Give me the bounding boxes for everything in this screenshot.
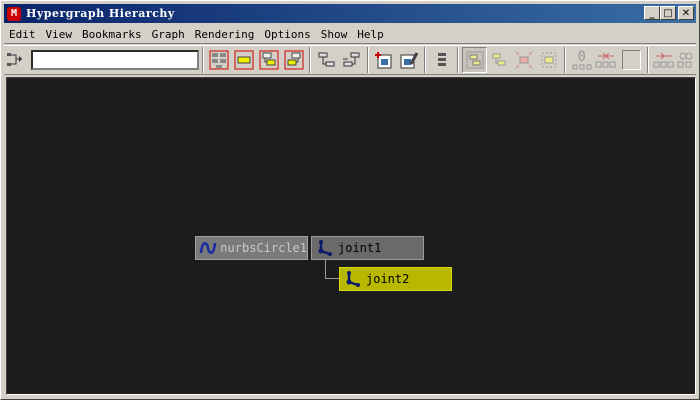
- menu-rendering[interactable]: Rendering: [190, 28, 260, 41]
- layout-expand-icon[interactable]: [512, 47, 537, 73]
- input-connections-icon[interactable]: [232, 47, 257, 73]
- output-connections-icon[interactable]: [257, 47, 282, 73]
- input-output-connections-icon[interactable]: [4, 48, 27, 72]
- scene-hierarchy-icon[interactable]: [207, 47, 232, 73]
- toolbar-separator: [366, 47, 369, 73]
- joint-icon: [343, 269, 363, 289]
- layout-collapse-icon[interactable]: [537, 47, 562, 73]
- menu-graph[interactable]: Graph: [147, 28, 190, 41]
- graph-node-joint1[interactable]: joint1: [311, 236, 424, 260]
- menu-show[interactable]: Show: [316, 28, 353, 41]
- toolbar-separator: [309, 47, 312, 73]
- toolbar-separator: [202, 47, 205, 73]
- add-bookmark-icon[interactable]: [372, 47, 397, 73]
- attribute-list-icon[interactable]: [429, 47, 454, 73]
- graph-node-joint2[interactable]: joint2: [339, 267, 452, 291]
- menu-options[interactable]: Options: [259, 28, 315, 41]
- window-controls: _ □ ✕: [644, 6, 694, 20]
- toolbar-separator: [424, 47, 427, 73]
- graph-up-icon[interactable]: [314, 47, 339, 73]
- frame-selection-icon[interactable]: [487, 47, 512, 73]
- minimize-button[interactable]: _: [644, 6, 660, 20]
- maya-app-icon[interactable]: M: [7, 6, 21, 21]
- hierarchy-connector-line: [325, 260, 339, 279]
- frame-all-icon[interactable]: [462, 47, 487, 73]
- connection-count-label: 0: [577, 49, 586, 65]
- object-name-field[interactable]: [30, 50, 200, 70]
- maximize-button[interactable]: □: [660, 6, 676, 20]
- hypergraph-window: M Hypergraph Hierarchy _ □ ✕ Edit View B…: [0, 0, 700, 400]
- toolbar: 0: [4, 45, 696, 75]
- joint-icon: [315, 238, 335, 258]
- connection-graph-icon[interactable]: [594, 47, 619, 73]
- nurbs-curve-icon: [199, 238, 217, 258]
- menu-bar: Edit View Bookmarks Graph Rendering Opti…: [4, 26, 696, 44]
- toolbar-separator: [647, 47, 650, 73]
- menu-bookmarks[interactable]: Bookmarks: [77, 28, 147, 41]
- connection-count-indicator: 0: [569, 47, 594, 73]
- upstream-connections-icon[interactable]: [652, 47, 677, 73]
- cycle-connections-icon[interactable]: [677, 47, 696, 73]
- hypergraph-canvas[interactable]: nurbsCircle1 joint1 joint2: [6, 77, 696, 395]
- node-label: joint1: [338, 241, 382, 255]
- title-bar[interactable]: M Hypergraph Hierarchy _ □ ✕: [4, 4, 696, 23]
- window-title: Hypergraph Hierarchy: [26, 7, 175, 20]
- menu-edit[interactable]: Edit: [4, 28, 41, 41]
- swatch-box[interactable]: [621, 50, 642, 70]
- edit-bookmark-icon[interactable]: [397, 47, 422, 73]
- graph-node-nurbs-circle[interactable]: nurbsCircle1: [195, 236, 308, 260]
- close-button[interactable]: ✕: [678, 6, 694, 20]
- node-label: joint2: [366, 272, 410, 286]
- graph-down-icon[interactable]: [339, 47, 364, 73]
- toolbar-separator: [564, 47, 567, 73]
- both-connections-icon[interactable]: [281, 47, 306, 73]
- menu-view[interactable]: View: [41, 28, 78, 41]
- menu-help[interactable]: Help: [352, 28, 389, 41]
- node-label: nurbsCircle1: [220, 241, 307, 255]
- toolbar-separator: [457, 47, 460, 73]
